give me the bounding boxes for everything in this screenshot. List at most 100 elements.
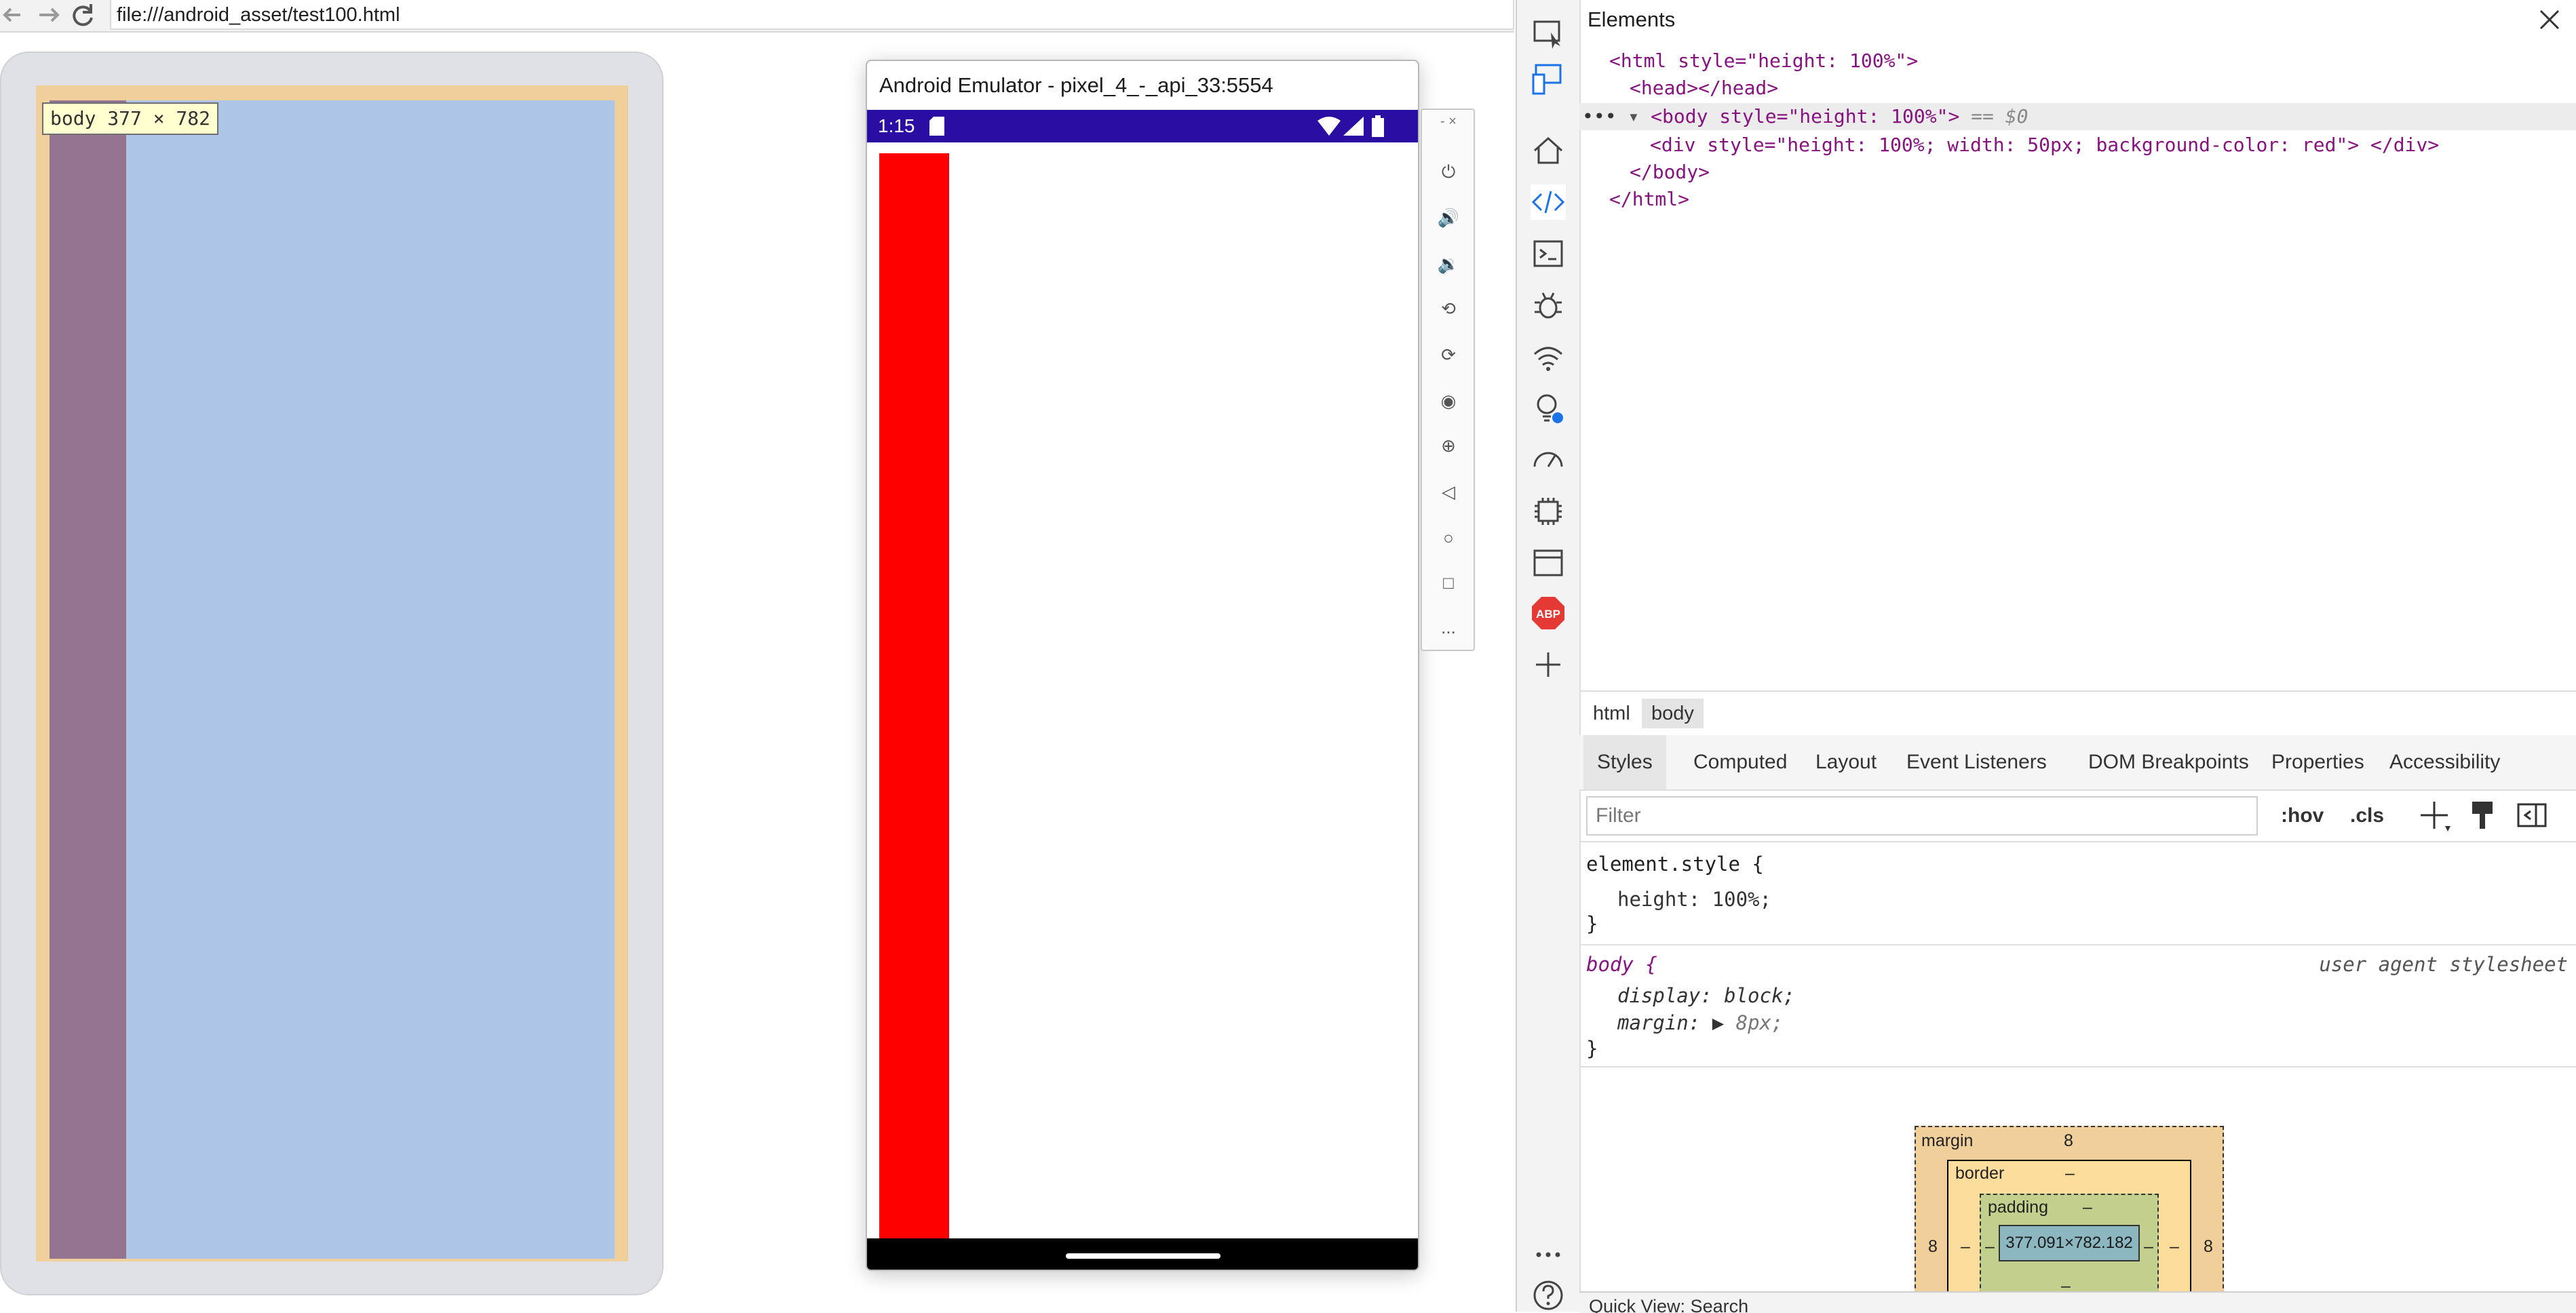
box-model-area: margin 8 8 8 border – – – padding – – – … [1579, 1066, 2576, 1302]
gauge-icon [1533, 452, 1563, 467]
tab-styles[interactable]: Styles [1583, 735, 1666, 789]
elements-tab-button[interactable] [1531, 184, 1566, 220]
class-toggle[interactable]: .cls [2350, 796, 2384, 836]
application-tab-button[interactable] [1531, 545, 1566, 581]
volume-down-button[interactable]: 🔉 [1431, 247, 1465, 281]
help-button[interactable] [1531, 1278, 1566, 1313]
styles-filter-input[interactable]: Filter [1586, 796, 2258, 836]
quick-view-bar: Quick View: Search [1579, 1291, 2576, 1313]
network-tab-button[interactable] [1531, 339, 1566, 374]
breadcrumb: html body [1579, 690, 2576, 737]
dom-node-html[interactable]: <html style="height: 100%"> [1579, 47, 2576, 75]
margin-left-value[interactable]: 8 [1928, 1237, 1938, 1257]
console-tab-button[interactable] [1531, 236, 1566, 271]
dom-node-div[interactable]: <div style="height: 100%; width: 50px; b… [1579, 132, 2576, 159]
screenshot-button[interactable]: ◉ [1431, 384, 1465, 418]
forward-button[interactable] [34, 0, 65, 30]
help-icon [1533, 1280, 1563, 1310]
tab-computed[interactable]: Computed [1680, 735, 1801, 789]
volume-down-icon: 🔉 [1437, 254, 1460, 274]
emulator-side-toolbar: - × ⏻ 🔊 🔉 ⟲ ⟳ ◉ ⊕ ◁ ○ □ ... [1421, 109, 1475, 651]
adblock-extension-button[interactable]: ABP [1531, 595, 1566, 631]
toggle-sidebar-button[interactable] [2516, 799, 2550, 833]
new-rule-button[interactable] [2418, 799, 2452, 833]
red-div-element [879, 153, 949, 1238]
tab-layout[interactable]: Layout [1802, 735, 1890, 789]
node-dots-icon: ••• [1582, 105, 1617, 128]
reload-icon [73, 4, 93, 26]
battery-icon [1372, 115, 1384, 137]
body-rule-selector: body { [1586, 953, 1657, 976]
android-status-bar: 1:15 [867, 110, 1418, 142]
devtools-activity-bar: ABP [1517, 0, 1581, 1312]
signal-icon [1343, 117, 1364, 136]
sd-card-icon [929, 117, 944, 136]
breadcrumb-html[interactable]: html [1583, 699, 1640, 728]
memory-tab-button[interactable] [1531, 494, 1566, 529]
ellipsis-icon [1536, 1252, 1560, 1257]
body-content-highlight [50, 100, 615, 1259]
plus-icon [2421, 802, 2450, 831]
tab-dom-breakpoints[interactable]: DOM Breakpoints [2075, 735, 2263, 789]
dom-node-body-selected[interactable]: ••• ▾ <body style="height: 100%"> == $0 [1579, 103, 2576, 130]
expand-triangle-icon[interactable]: ▶ [1712, 1011, 1724, 1034]
emulator-screen[interactable] [867, 142, 1418, 1238]
rotate-right-button[interactable]: ⟳ [1431, 338, 1465, 372]
overview-square-icon: □ [1443, 572, 1454, 593]
back-button[interactable] [0, 0, 31, 30]
dom-node-head[interactable]: <head></head> [1579, 75, 2576, 102]
rule-divider [1579, 944, 2576, 945]
tab-properties[interactable]: Properties [2258, 735, 2378, 789]
rendering-emulation-button[interactable] [2465, 799, 2499, 833]
wifi-network-icon [1533, 347, 1563, 371]
adblock-stop-icon: ABP [1532, 597, 1564, 629]
zoom-icon: ⊕ [1441, 435, 1456, 456]
performance-tab-button[interactable] [1531, 442, 1566, 477]
more-tools-button[interactable] [1531, 647, 1566, 682]
code-brackets-icon [1531, 191, 1565, 214]
element-style-declaration[interactable]: height: 100%; [1617, 886, 1771, 913]
url-field[interactable]: file:///android_asset/test100.html [110, 0, 1514, 30]
styles-tab-strip: Styles Computed Layout Event Listeners D… [1579, 735, 2576, 791]
wifi-icon [1318, 117, 1341, 136]
welcome-tab-button[interactable] [1531, 133, 1566, 168]
tab-accessibility[interactable]: Accessibility [2376, 735, 2514, 789]
home-gesture-pill[interactable] [1066, 1253, 1220, 1259]
inspect-tooltip: body 377 × 782 [42, 102, 219, 135]
issues-tab-button[interactable] [1531, 391, 1566, 426]
power-icon: ⏻ [1441, 161, 1456, 182]
zoom-button[interactable]: ⊕ [1431, 429, 1465, 463]
hover-state-toggle[interactable]: :hov [2281, 796, 2324, 836]
status-time: 1:15 [878, 115, 915, 136]
camera-icon: ◉ [1440, 391, 1457, 411]
inspect-cursor-icon [1533, 20, 1560, 49]
dom-node-body-close[interactable]: </body> [1579, 159, 2576, 186]
inspect-tool-button[interactable] [1531, 16, 1566, 52]
browser-window-icon [1533, 549, 1563, 576]
back-nav-button[interactable]: ◁ [1431, 475, 1465, 509]
more-options-button[interactable]: ... [1431, 610, 1465, 644]
overview-nav-button[interactable]: □ [1431, 566, 1465, 600]
bug-icon [1535, 292, 1562, 319]
reload-button[interactable] [68, 0, 99, 30]
power-button[interactable]: ⏻ [1431, 155, 1465, 189]
panel-title: Elements [1588, 7, 1676, 31]
breadcrumb-body[interactable]: body [1642, 699, 1704, 728]
minimize-close-controls[interactable]: - × [1431, 114, 1465, 134]
expand-triangle-icon[interactable]: ▾ [1628, 105, 1639, 128]
margin-top-value[interactable]: 8 [2064, 1131, 2073, 1151]
rotate-left-button[interactable]: ⟲ [1431, 292, 1465, 326]
dom-node-html-close[interactable]: </html> [1579, 186, 2576, 213]
close-devtools-button[interactable] [2534, 4, 2565, 35]
tab-event-listeners[interactable]: Event Listeners [1893, 735, 2060, 789]
margin-right-value[interactable]: 8 [2204, 1237, 2213, 1257]
dom-tree: <html style="height: 100%"> <head></head… [1579, 45, 2576, 689]
sources-tab-button[interactable] [1531, 288, 1566, 323]
box-model-content-size[interactable]: 377.091×782.182 [1999, 1225, 2140, 1261]
back-arrow-icon [3, 7, 20, 22]
device-toggle-button[interactable] [1531, 61, 1566, 96]
volume-up-button[interactable]: 🔊 [1431, 201, 1465, 235]
more-menu-button[interactable] [1531, 1237, 1566, 1272]
home-nav-button[interactable]: ○ [1431, 521, 1465, 555]
styles-pane: element.style { height: 100%; } body { u… [1579, 842, 2576, 1066]
